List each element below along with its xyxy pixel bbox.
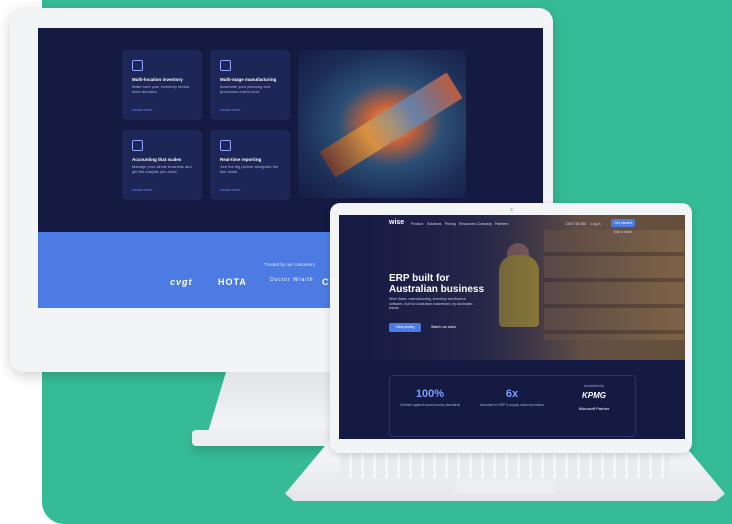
customer-logo: Doctor Wraith: [270, 277, 314, 283]
hero-title: ERP built for Australian business: [389, 273, 485, 295]
laptop-keyboard: [340, 452, 670, 478]
laptop-lid: wise Product Solutions Pricing Resources…: [330, 203, 692, 453]
laptop-screen: wise Product Solutions Pricing Resources…: [339, 215, 685, 439]
card-title: Multi-location inventory: [132, 77, 183, 82]
microsoft-partner-badge: Microsoft Partner: [578, 406, 610, 411]
laptop-trackpad: [455, 480, 555, 494]
feature-card-manufacturing[interactable]: Multi-stage manufacturing Automate your …: [210, 50, 290, 120]
nav-item-partners[interactable]: Partners: [495, 222, 508, 226]
stat-number: 100%: [415, 388, 445, 400]
brand-logo[interactable]: wise: [389, 219, 404, 226]
partner-label: Accredited by: [584, 384, 604, 388]
nav-item-product[interactable]: Product: [411, 222, 423, 226]
ship-hull: [319, 72, 463, 178]
calendar-icon: [132, 140, 143, 151]
learn-more-link[interactable]: Learn more: [220, 107, 240, 112]
nav-item-resources[interactable]: Resources: [459, 222, 476, 226]
container-ship-image: [298, 50, 466, 198]
stat-number: 6x: [505, 388, 519, 400]
stat-security: 100% Certified against cloud security st…: [390, 376, 470, 436]
chart-icon: [220, 140, 231, 151]
card-title: Accounting that scales: [132, 157, 182, 162]
card-desc: Make sure your inventory meets meet dema…: [132, 84, 189, 94]
camera-icon: [510, 208, 513, 211]
stat-awards: 6x Awarded for ERP & supply chain innova…: [472, 376, 552, 436]
card-title: Multi-stage manufacturing: [220, 77, 277, 82]
card-desc: See the big picture alongside the fine d…: [220, 164, 279, 174]
learn-more-link[interactable]: Learn more: [132, 187, 152, 192]
feature-card-accounting[interactable]: Accounting that scales Manage your whole…: [122, 130, 202, 200]
hero-subtitle: Wise Sales, manufacturing, inventory and…: [389, 297, 473, 310]
watch-video-link[interactable]: Watch our video: [431, 325, 456, 329]
learn-more-link[interactable]: Learn more: [132, 107, 152, 112]
stats-panel: 100% Certified against cloud security st…: [389, 375, 636, 437]
feature-card-inventory[interactable]: Multi-location inventory Make sure your …: [122, 50, 202, 120]
talk-to-sales-link[interactable]: Talk to sales: [613, 230, 632, 234]
card-title: Real-time reporting: [220, 157, 262, 162]
nav-phone[interactable]: 1300 735 354: [565, 222, 586, 226]
stat-partner: Accredited by KPMG Microsoft Partner: [554, 376, 634, 436]
stat-caption: Certified against cloud security standar…: [399, 403, 461, 407]
learn-more-link[interactable]: Learn more: [220, 187, 240, 192]
kpmg-logo: KPMG: [582, 391, 606, 400]
nav-item-company[interactable]: Company: [477, 222, 492, 226]
nav-item-pricing[interactable]: Pricing: [445, 222, 456, 226]
view-pricing-button[interactable]: View pricing: [389, 323, 421, 332]
stat-caption: Awarded for ERP & supply chain innovatio…: [480, 403, 544, 407]
box-icon: [132, 60, 143, 71]
feature-card-reporting[interactable]: Real-time reporting See the big picture …: [210, 130, 290, 200]
trust-label: Trusted by our customers: [264, 262, 315, 267]
nav-login[interactable]: Log in: [591, 222, 601, 226]
customer-logo: cvgt: [170, 277, 193, 287]
factory-icon: [220, 60, 231, 71]
site-nav: wise Product Solutions Pricing Resources…: [339, 215, 685, 234]
nav-item-solutions[interactable]: Solutions: [427, 222, 441, 226]
card-desc: Automate your planning and processes end…: [220, 84, 271, 94]
card-desc: Manage your whole business and get the i…: [132, 164, 192, 174]
get-started-button[interactable]: Get started: [611, 219, 635, 227]
customer-logo: HOTA: [218, 277, 247, 287]
